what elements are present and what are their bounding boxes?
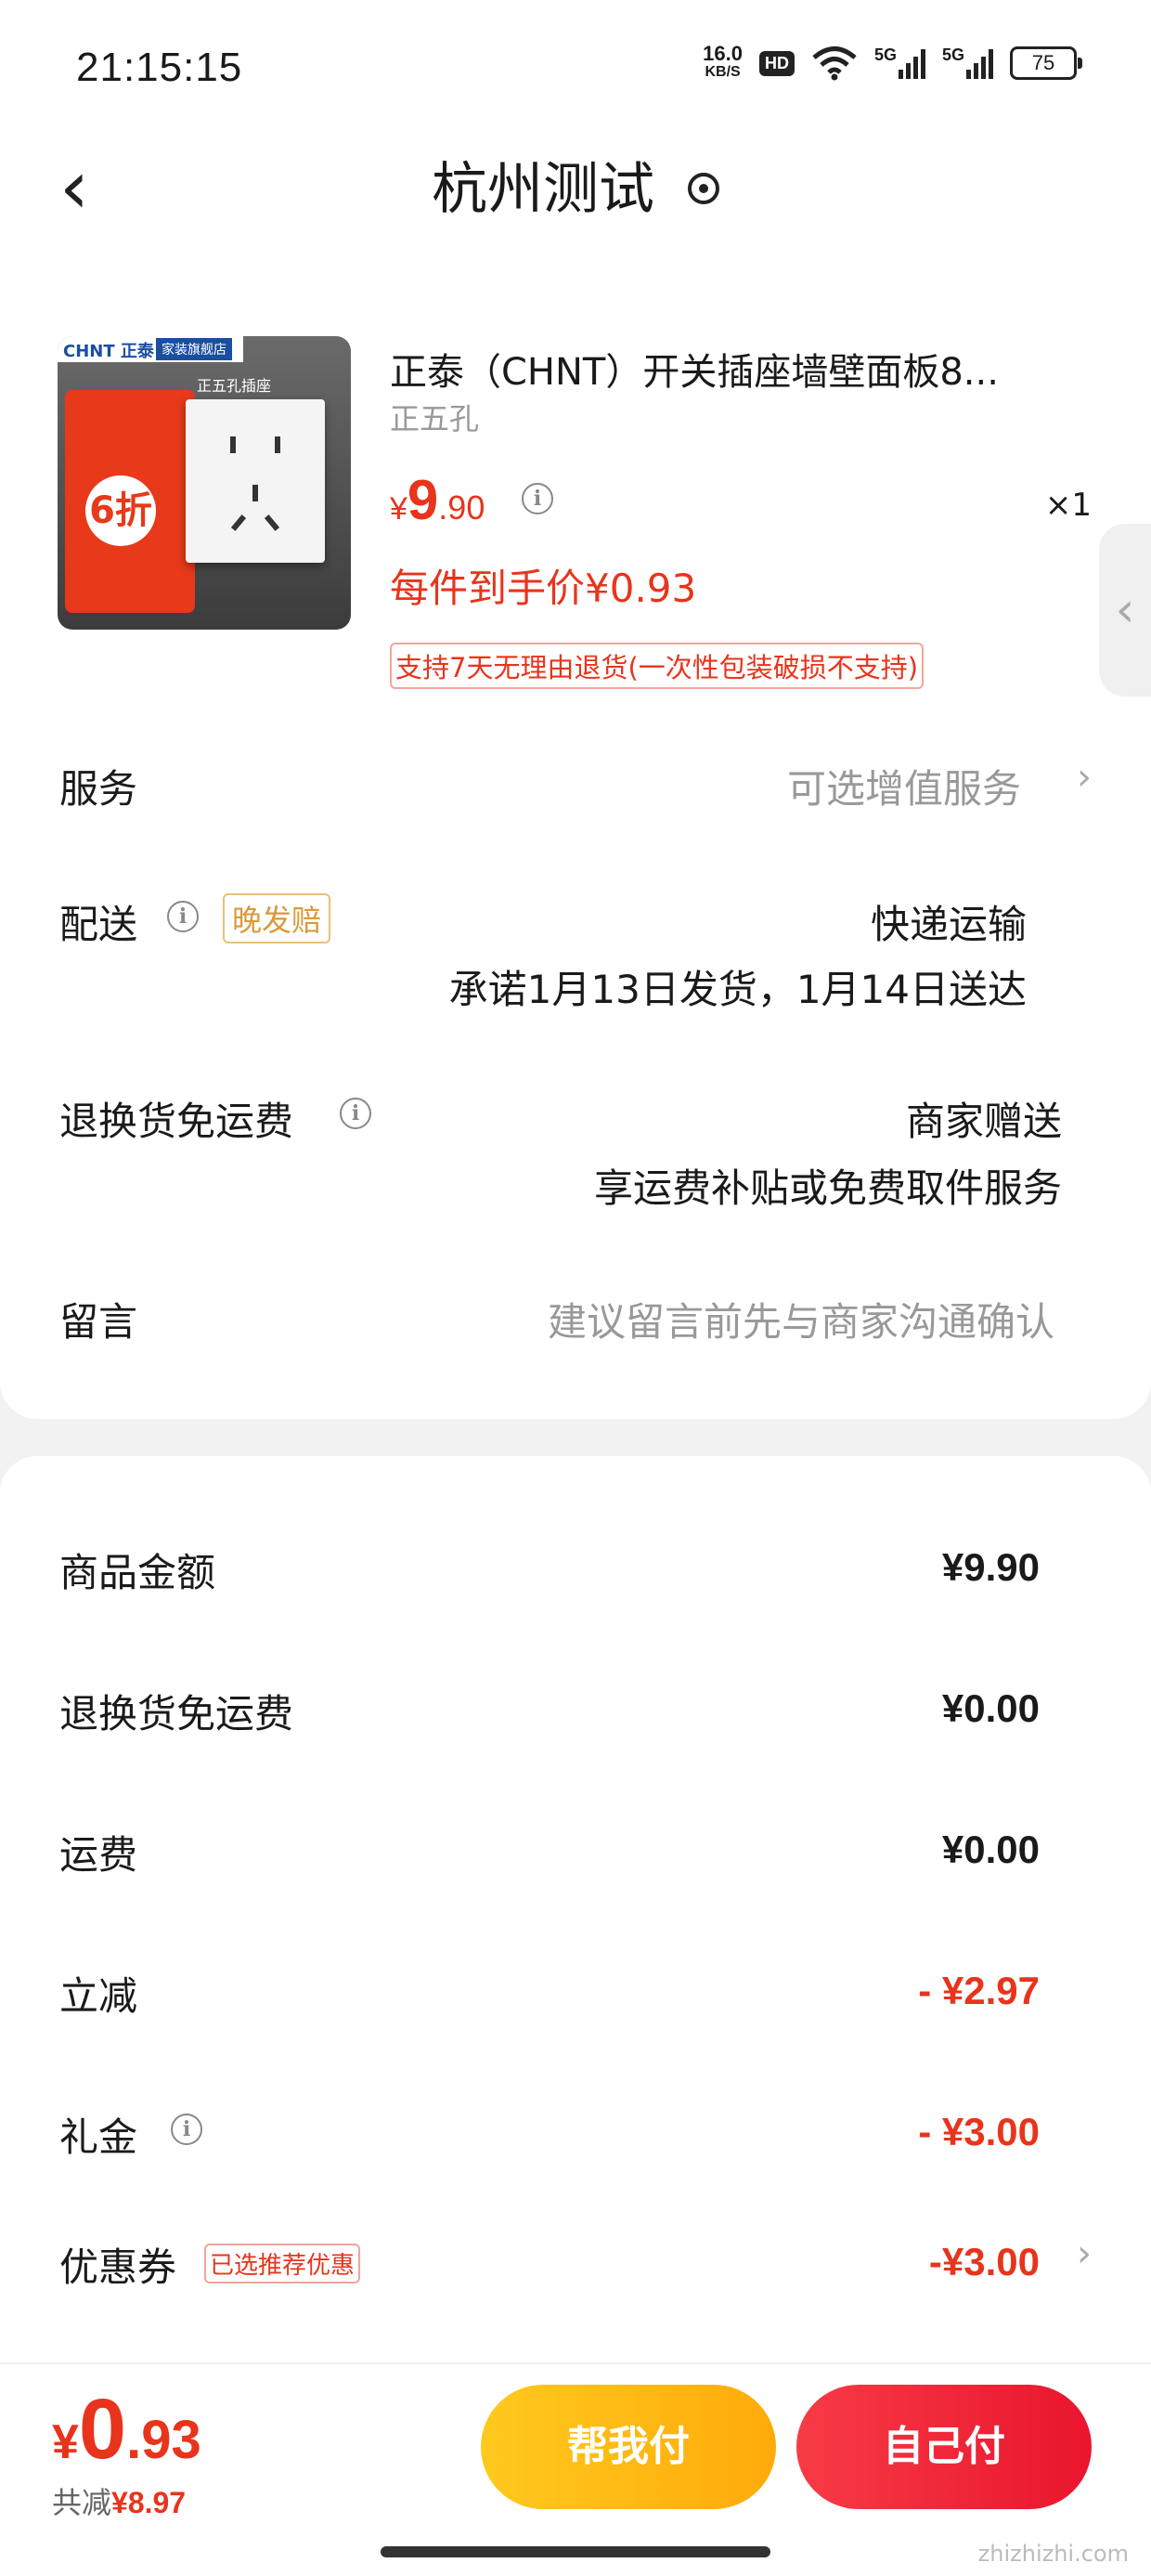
chevron-right-icon[interactable]: › — [1077, 756, 1092, 799]
net-speed-value: 16.0 — [703, 42, 743, 65]
total-price: ¥0.93 — [52, 2381, 201, 2478]
return-shipping-desc: 享运费补贴或免费取件服务 — [593, 1165, 1062, 1211]
delivery-info-icon[interactable]: i — [167, 901, 199, 932]
recommended-coupon-tag: 已选推荐优惠 — [204, 2244, 361, 2283]
late-delivery-tag: 晚发赔 — [223, 893, 331, 943]
return-shipping-value: 商家赠送 — [905, 1099, 1062, 1144]
bottom-pay-bar: ¥0.93 共减¥8.97 帮我付 自己付 zhizhizhi.com — [0, 2362, 1151, 2576]
saved-prefix: 共减 — [52, 2485, 112, 2520]
shipping-value: ¥0.00 — [941, 1828, 1040, 1871]
price-integer: 9 — [407, 469, 439, 531]
product-thumbnail[interactable]: CHNT 正泰 家装旗舰店 6折 正五孔插座 — [58, 336, 351, 630]
service-label: 服务 — [59, 766, 138, 812]
net-speed-unit: KB/S — [705, 64, 741, 80]
nav-bar: ‹ 杭州测试 — [0, 130, 1151, 251]
delivery-promise: 承诺1月13日发货，1月14日送达 — [448, 967, 1027, 1012]
status-icons: 16.0 KB/S HD 5G 5G 75 — [703, 42, 1082, 82]
wifi-icon — [812, 46, 857, 81]
instant-discount-label: 立减 — [59, 1973, 138, 2019]
signal-5g-icon: 5G — [874, 46, 925, 79]
service-value[interactable]: 可选增值服务 — [787, 758, 1021, 814]
help-me-pay-button[interactable]: 帮我付 — [481, 2385, 776, 2509]
total-integer: 0 — [78, 2382, 127, 2477]
delivery-label: 配送 — [59, 902, 138, 947]
network-speed: 16.0 KB/S — [703, 42, 743, 82]
price-info-icon[interactable]: i — [522, 483, 553, 514]
message-input[interactable]: 建议留言前先与商家沟通确认 — [548, 1291, 1054, 1347]
shipping-label: 运费 — [59, 1832, 138, 1878]
return-info-icon[interactable]: i — [340, 1098, 371, 1129]
total-symbol: ¥ — [52, 2415, 79, 2469]
delivery-method: 快递运输 — [870, 902, 1027, 947]
battery-icon: 75 — [1010, 46, 1082, 80]
page-title-text: 杭州测试 — [432, 157, 654, 222]
price-symbol: ¥ — [390, 491, 407, 527]
product-spec: 正五孔 — [390, 401, 480, 436]
total-saved: 共减¥8.97 — [52, 2479, 186, 2522]
location-pin-icon[interactable] — [688, 173, 719, 205]
return-fee-value: ¥0.00 — [941, 1686, 1040, 1730]
thumb-label: 正五孔插座 — [197, 377, 272, 395]
home-indicator[interactable] — [381, 2546, 770, 2557]
return-fee-label: 退换货免运费 — [59, 1691, 294, 1737]
total-decimal: .93 — [126, 2410, 201, 2470]
refund-policy-tag: 支持7天无理由退货(一次性包装破损不支持) — [390, 643, 925, 689]
side-drawer-handle-icon[interactable]: ‹ — [1099, 524, 1151, 696]
pay-myself-button[interactable]: 自己付 — [796, 2385, 1092, 2509]
order-card: CHNT 正泰 家装旗舰店 6折 正五孔插座 正泰（CHNT）开关插座墙壁面板8… — [0, 251, 1151, 1419]
price-decimal: .90 — [438, 488, 485, 527]
signal-2-label: 5G — [942, 46, 965, 64]
signal-5g-icon: 5G — [942, 46, 993, 79]
price-summary-card: 商品金额 ¥9.90 退换货免运费 ¥0.00 运费 ¥0.00 立减 - ¥2… — [0, 1456, 1151, 2385]
clock: 21:15:15 — [76, 45, 243, 90]
hd-icon: HD — [759, 50, 795, 76]
thumb-discount: 6折 — [85, 475, 156, 546]
thumb-store: 家装旗舰店 — [156, 338, 232, 360]
coupon-value[interactable]: -¥3.00 — [929, 2240, 1040, 2284]
watermark: zhizhizhi.com — [977, 2541, 1129, 2567]
per-item-final-price: 每件到手价¥0.93 — [390, 566, 697, 611]
page-title: 杭州测试 — [0, 152, 1151, 227]
chevron-right-icon[interactable]: › — [1077, 2232, 1092, 2275]
goods-amount-value: ¥9.90 — [941, 1545, 1040, 1589]
saved-value: ¥8.97 — [111, 2486, 187, 2519]
status-bar: 21:15:15 16.0 KB/S HD 5G 5G 75 — [0, 0, 1151, 130]
gift-money-value: - ¥3.00 — [918, 2110, 1040, 2153]
thumb-brand: CHNT 正泰 — [63, 342, 154, 361]
quantity: ×1 — [1044, 487, 1092, 524]
instant-discount-value: - ¥2.97 — [918, 1969, 1040, 2012]
product-title[interactable]: 正泰（CHNT）开关插座墙壁面板8... — [390, 342, 999, 396]
gift-info-icon[interactable]: i — [171, 2114, 202, 2145]
gift-money-label: 礼金 — [59, 2114, 138, 2160]
signal-1-label: 5G — [874, 46, 898, 64]
message-label: 留言 — [59, 1299, 138, 1345]
product-price: ¥9.90 — [390, 468, 485, 532]
goods-amount-label: 商品金额 — [59, 1550, 216, 1595]
return-shipping-label: 退换货免运费 — [59, 1099, 294, 1144]
coupon-label: 优惠券 — [59, 2244, 177, 2290]
socket-panel-image — [186, 399, 325, 563]
